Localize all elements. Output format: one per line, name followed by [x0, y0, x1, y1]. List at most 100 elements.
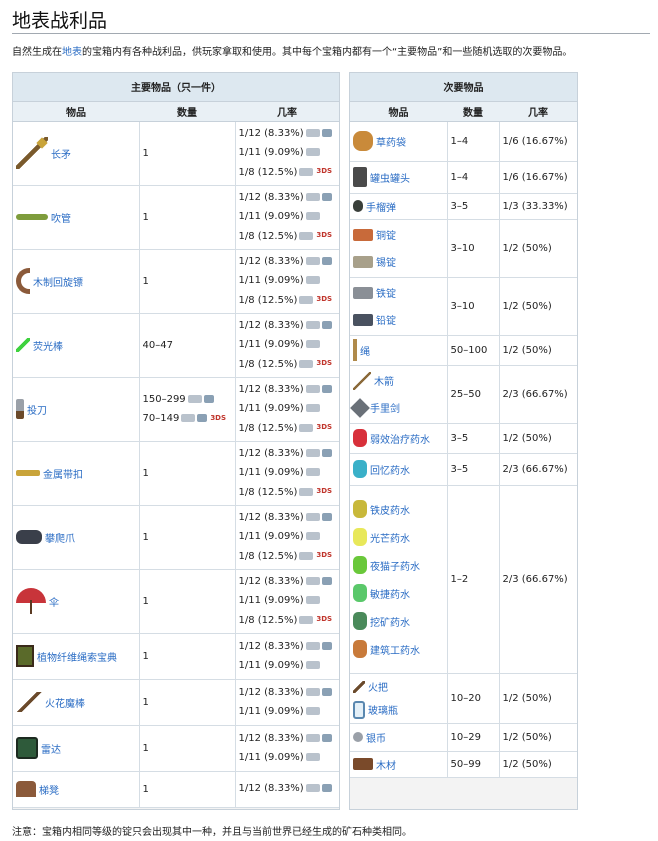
secondary-item-name[interactable]: 铅锭 [376, 312, 396, 327]
secondary-item-qty: 1–2 [447, 485, 500, 674]
desktop-version-icon [305, 576, 320, 585]
secondary-item-row: 火把 玻璃瓶 10–20 1/2 (50%) [350, 673, 578, 724]
secondary-item-qty: 10–29 [447, 723, 500, 752]
secondary-item-name[interactable]: 弱效治疗药水 [370, 431, 430, 446]
silver-coin-icon [353, 732, 363, 742]
console-version-icon [321, 448, 332, 457]
main-item-rate: 1/12 (8.33%) [239, 572, 337, 591]
main-item-name[interactable]: 长矛 [51, 146, 71, 161]
ironskin-potion-icon [353, 500, 367, 518]
shine-potion-icon [353, 528, 367, 546]
3ds-version-badge: 3DS [316, 615, 333, 624]
main-item-row: 植物纤维绳索宝典 1 1/12 (8.33%) 1/11 (9.09%) [13, 633, 339, 680]
intro-text: 自然生成在地表的宝箱内有各种战利品，供玩家拿取和使用。其中每个宝箱内都有一个“主… [12, 43, 572, 58]
surface-link[interactable]: 地表 [62, 47, 82, 58]
mining-potion-icon [353, 612, 367, 630]
desktop-version-icon [305, 404, 320, 413]
main-item-qty: 1 [142, 595, 149, 607]
main-item-name[interactable]: 攀爬爪 [45, 530, 75, 545]
secondary-item-rate: 1/2 (50%) [499, 723, 578, 752]
main-item-name[interactable]: 金属带扣 [43, 466, 83, 481]
secondary-item-rate: 1/2 (50%) [499, 673, 578, 724]
secondary-item-name[interactable]: 手榴弹 [366, 199, 396, 214]
main-item-qty: 1 [142, 531, 149, 543]
secondary-item-name[interactable]: 银币 [366, 730, 386, 745]
main-item-rate: 1/8 (12.5%) 3DS [238, 422, 333, 434]
main-item-name[interactable]: 木制回旋镖 [33, 274, 83, 289]
desktop-version-icon [305, 468, 320, 477]
herb-bag-icon [353, 131, 373, 151]
main-item-rate: 1/8 (12.5%) 3DS [238, 294, 333, 306]
main-item-name[interactable]: 荧光棒 [33, 338, 63, 353]
secondary-item-name[interactable]: 挖矿药水 [370, 614, 410, 629]
secondary-item-name[interactable]: 铁锭 [376, 285, 396, 300]
secondary-item-row: 铁锭 铅锭 3–10 1/2 (50%) [350, 277, 578, 336]
main-item-rate: 1/12 (8.33%) [239, 637, 337, 656]
main-items-panel: 主要物品（只一件） 物品 数量 几率 长矛 1 1/12 (8.33%) 1/11 (… [12, 72, 340, 810]
main-item-rate: 1/12 (8.33%) [239, 124, 337, 143]
secondary-item-name[interactable]: 手里剑 [370, 400, 400, 415]
desktop-version-icon [299, 359, 314, 368]
secondary-item-qty: 3–5 [447, 453, 500, 486]
title-divider [12, 33, 650, 34]
main-item-rate: 1/12 (8.33%) [239, 252, 337, 271]
main-item-qty-alt: 70–149 3DS [142, 413, 227, 424]
desktop-version-icon [305, 641, 320, 650]
main-item-rate: 1/12 (8.33%) [239, 316, 337, 335]
secondary-item-name[interactable]: 木箭 [374, 373, 394, 388]
healing-potion-icon [353, 429, 367, 447]
secondary-item-name[interactable]: 铜锭 [376, 227, 396, 242]
secondary-item-rate: 2/3 (66.67%) [499, 365, 578, 424]
secondary-item-name[interactable]: 光芒药水 [370, 530, 410, 545]
secondary-item-name[interactable]: 夜猫子药水 [370, 558, 420, 573]
main-item-name[interactable]: 雷达 [41, 741, 61, 756]
console-version-icon [321, 320, 332, 329]
sec-col-qty: 数量 [447, 101, 499, 122]
secondary-item-name[interactable]: 草药袋 [376, 134, 406, 149]
main-item-name[interactable]: 植物纤维绳索宝典 [37, 649, 117, 664]
secondary-item-name[interactable]: 罐虫罐头 [370, 170, 410, 185]
lead-bar-icon [353, 313, 373, 326]
desktop-version-icon [305, 192, 320, 201]
book-icon [16, 645, 34, 667]
secondary-item-name[interactable]: 绳 [360, 343, 370, 358]
main-item-rate: 1/8 (12.5%) 3DS [238, 230, 333, 242]
main-item-rate: 1/12 (8.33%) [239, 188, 337, 207]
secondary-item-row: 回忆药水 3–5 2/3 (66.67%) [350, 453, 578, 486]
main-item-rate: 1/8 (12.5%) 3DS [238, 166, 333, 178]
main-item-name[interactable]: 梯凳 [39, 782, 59, 797]
secondary-item-name[interactable]: 回忆药水 [370, 462, 410, 477]
desktop-version-icon [299, 551, 314, 560]
secondary-item-row: 手榴弹 3–5 1/3 (33.33%) [350, 193, 578, 220]
desktop-version-icon [305, 784, 320, 793]
main-item-name[interactable]: 投刀 [27, 402, 47, 417]
3ds-version-badge: 3DS [316, 231, 333, 240]
secondary-item-name[interactable]: 建筑工药水 [370, 642, 420, 657]
climbing-claws-icon [16, 530, 42, 544]
secondary-item-name[interactable]: 玻璃瓶 [368, 702, 398, 717]
secondary-item-name[interactable]: 铁皮药水 [370, 502, 410, 517]
secondary-item-rate: 2/3 (66.67%) [499, 453, 578, 486]
desktop-version-icon [299, 231, 314, 240]
main-item-name[interactable]: 火花魔棒 [45, 695, 85, 710]
main-item-name[interactable]: 吹管 [51, 210, 71, 225]
main-item-rate: 1/11 (9.09%) [239, 702, 337, 721]
secondary-item-row: 银币 10–29 1/2 (50%) [350, 723, 578, 752]
desktop-version-icon [299, 423, 314, 432]
secondary-item-name[interactable]: 敏捷药水 [370, 586, 410, 601]
secondary-item-rate: 1/2 (50%) [499, 219, 578, 278]
console-version-icon [321, 576, 332, 585]
console-version-icon [321, 384, 332, 393]
secondary-item-name[interactable]: 火把 [368, 679, 388, 694]
main-item-rate: 1/12 (8.33%) [239, 444, 337, 463]
secondary-item-name[interactable]: 木材 [376, 757, 396, 772]
swiftness-potion-icon [353, 584, 367, 602]
copper-bar-icon [353, 228, 373, 241]
recall-potion-icon [353, 460, 367, 478]
main-item-qty: 1 [142, 211, 149, 223]
secondary-item-rate: 1/2 (50%) [499, 423, 578, 454]
main-item-name[interactable]: 伞 [49, 594, 59, 609]
desktop-version-icon [305, 512, 320, 521]
secondary-item-name[interactable]: 锡锭 [376, 254, 396, 269]
console-version-icon [321, 733, 332, 742]
